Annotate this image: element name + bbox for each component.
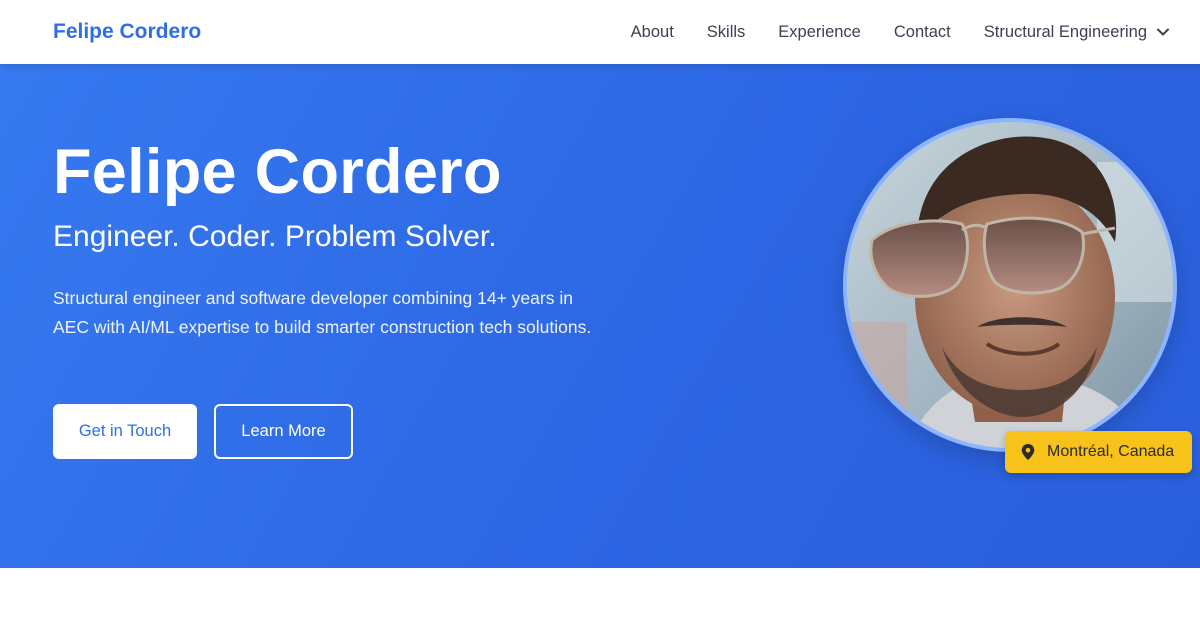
brand-logo[interactable]: Felipe Cordero xyxy=(53,20,201,44)
location-badge: Montréal, Canada xyxy=(1005,431,1193,473)
hero-description: Structural engineer and software develop… xyxy=(53,288,592,337)
nav-link-contact[interactable]: Contact xyxy=(894,23,951,42)
learn-more-button[interactable]: Learn More xyxy=(214,404,353,459)
navbar: Felipe Cordero About Skills Experience C… xyxy=(0,0,1200,64)
hero-title: Felipe Cordero xyxy=(53,137,502,207)
nav-dropdown-structural-engineering[interactable]: Structural Engineering xyxy=(984,23,1170,42)
profile-photo-image xyxy=(847,122,1173,448)
nav-links: About Skills Experience Contact Structur… xyxy=(631,23,1170,42)
nav-dropdown-label: Structural Engineering xyxy=(983,22,1147,41)
location-text: Montréal, Canada xyxy=(1047,443,1175,460)
profile-photo xyxy=(843,118,1177,452)
chevron-down-icon xyxy=(1157,28,1169,36)
map-pin-icon xyxy=(1021,444,1035,460)
get-in-touch-button[interactable]: Get in Touch xyxy=(53,404,197,459)
hero-section: Felipe Cordero Engineer. Coder. Problem … xyxy=(0,64,1200,568)
hero-subtitle: Engineer. Coder. Problem Solver. xyxy=(53,220,497,253)
nav-link-skills[interactable]: Skills xyxy=(707,23,746,42)
nav-link-about[interactable]: About xyxy=(631,23,674,42)
nav-link-experience[interactable]: Experience xyxy=(778,23,861,42)
